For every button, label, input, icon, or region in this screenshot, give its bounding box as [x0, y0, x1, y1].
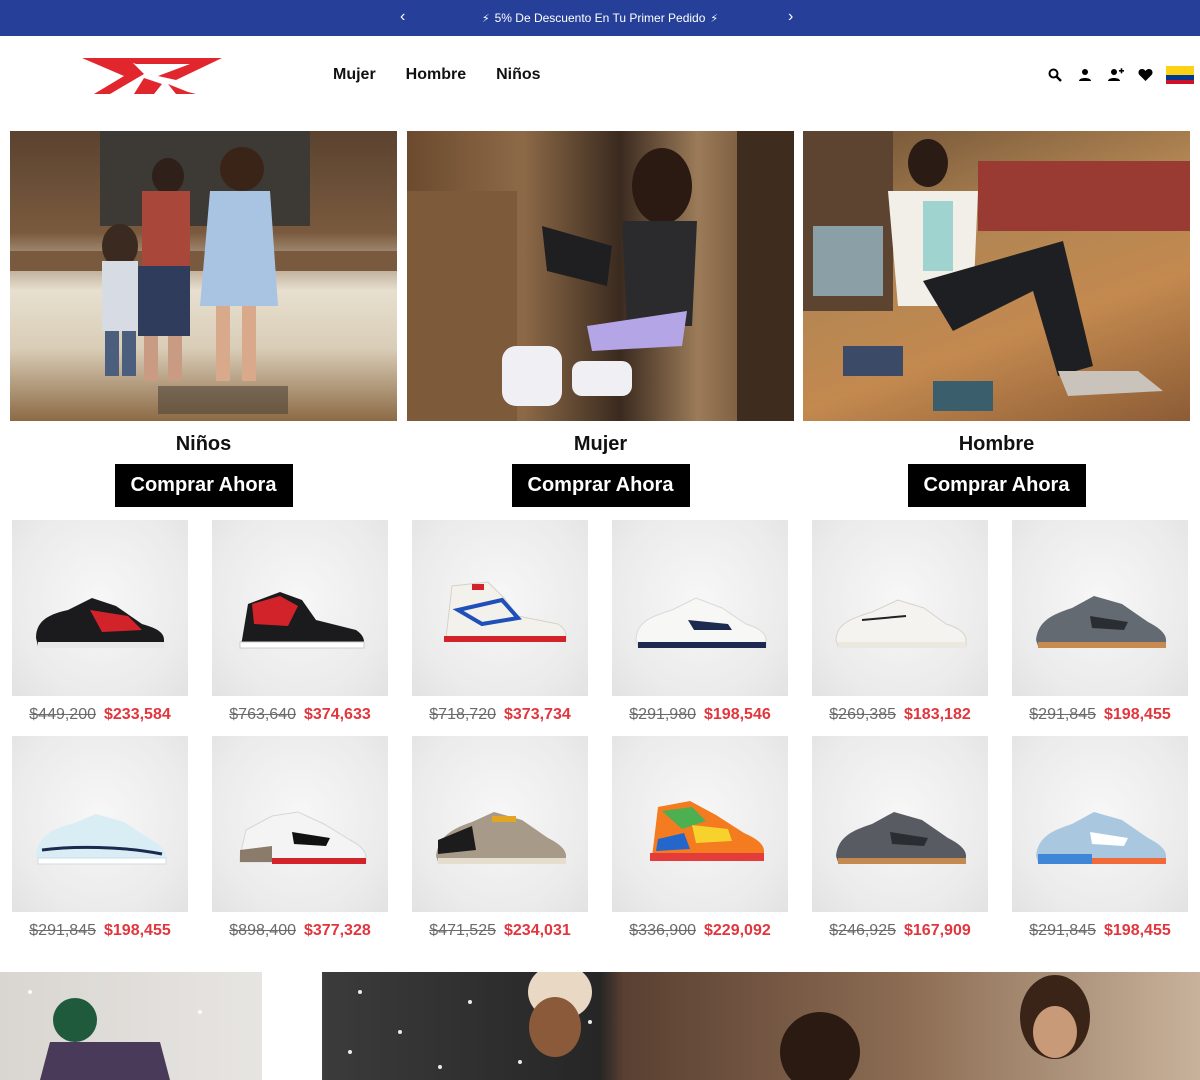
sale-price: $198,455	[1104, 706, 1171, 723]
nav-hombre[interactable]: Hombre	[406, 66, 466, 84]
sale-price: $234,031	[504, 922, 571, 939]
original-price: $291,845	[1029, 706, 1096, 723]
nav-ninos[interactable]: Niños	[496, 66, 540, 84]
product-prices: $718,720 $373,734	[412, 706, 588, 724]
product-prices: $269,385 $183,182	[812, 706, 988, 724]
sale-price: $198,546	[704, 706, 771, 723]
category-title: Mujer	[573, 433, 628, 455]
product-image[interactable]	[12, 520, 188, 696]
main-nav: Mujer Hombre Niños	[333, 66, 541, 84]
sale-price: $183,182	[904, 706, 971, 723]
product-card[interactable]: $246,925 $167,909	[812, 736, 988, 940]
product-prices: $449,200 $233,584	[12, 706, 188, 724]
sale-price: $233,584	[104, 706, 171, 723]
original-price: $898,400	[229, 922, 296, 939]
product-card[interactable]: $269,385 $183,182	[812, 520, 988, 724]
product-image[interactable]	[1012, 520, 1188, 696]
add-user-icon[interactable]	[1106, 66, 1124, 84]
original-price: $336,900	[629, 922, 696, 939]
product-image[interactable]	[12, 736, 188, 912]
sale-price: $198,455	[1104, 922, 1171, 939]
product-image[interactable]	[812, 736, 988, 912]
search-icon[interactable]	[1046, 66, 1064, 84]
sale-price: $167,909	[904, 922, 971, 939]
product-image[interactable]	[412, 520, 588, 696]
nav-mujer[interactable]: Mujer	[333, 66, 376, 84]
reebok-logo[interactable]	[80, 54, 224, 98]
product-card[interactable]: $898,400 $377,328	[212, 736, 388, 940]
promo-next-arrow[interactable]: ›	[788, 8, 793, 26]
product-card[interactable]: $291,845 $198,455	[12, 736, 188, 940]
original-price: $291,845	[29, 922, 96, 939]
promo-message: 5% De Descuento En Tu Primer Pedido	[494, 11, 706, 25]
product-prices: $336,900 $229,092	[612, 922, 788, 940]
product-image[interactable]	[1012, 736, 1188, 912]
original-price: $718,720	[429, 706, 496, 723]
shop-now-button[interactable]: Comprar Ahora	[907, 464, 1086, 507]
sale-price: $198,455	[104, 922, 171, 939]
category-title: Niños	[175, 433, 232, 455]
product-prices: $246,925 $167,909	[812, 922, 988, 940]
header-icons	[1046, 66, 1194, 84]
category-mujer: Mujer Comprar Ahora	[407, 131, 794, 507]
product-image[interactable]	[212, 520, 388, 696]
original-price: $269,385	[829, 706, 896, 723]
original-price: $763,640	[229, 706, 296, 723]
product-prices: $291,845 $198,455	[1012, 922, 1188, 940]
product-prices: $291,980 $198,546	[612, 706, 788, 724]
product-prices: $471,525 $234,031	[412, 922, 588, 940]
site-header: Mujer Hombre Niños	[0, 36, 1200, 116]
product-prices: $898,400 $377,328	[212, 922, 388, 940]
product-image[interactable]	[612, 520, 788, 696]
shop-now-button[interactable]: Comprar Ahora	[511, 464, 690, 507]
product-card[interactable]: $291,845 $198,455	[1012, 520, 1188, 724]
product-image[interactable]	[212, 736, 388, 912]
sale-price: $229,092	[704, 922, 771, 939]
colombia-flag-icon[interactable]	[1166, 66, 1194, 84]
promo-prev-arrow[interactable]: ‹	[400, 8, 405, 26]
category-title: Hombre	[958, 433, 1035, 455]
category-photo-hombre[interactable]	[803, 131, 1190, 421]
category-photo-ninos[interactable]	[10, 131, 397, 421]
product-card[interactable]: $291,845 $198,455	[1012, 736, 1188, 940]
promo-message-wrap[interactable]: ⚡ 5% De Descuento En Tu Primer Pedido ⚡	[482, 11, 718, 25]
product-card[interactable]: $336,900 $229,092	[612, 736, 788, 940]
original-price: $291,845	[1029, 922, 1096, 939]
bolt-icon: ⚡	[481, 12, 490, 25]
product-card[interactable]: $471,525 $234,031	[412, 736, 588, 940]
product-image[interactable]	[612, 736, 788, 912]
product-card[interactable]: $763,640 $374,633	[212, 520, 388, 724]
product-prices: $291,845 $198,455	[12, 922, 188, 940]
winter-campaign-banner[interactable]	[0, 972, 1200, 1080]
product-prices: $291,845 $198,455	[1012, 706, 1188, 724]
product-prices: $763,640 $374,633	[212, 706, 388, 724]
account-icon[interactable]	[1076, 66, 1094, 84]
promo-bar: ‹ ⚡ 5% De Descuento En Tu Primer Pedido …	[0, 0, 1200, 36]
product-image[interactable]	[812, 520, 988, 696]
original-price: $471,525	[429, 922, 496, 939]
product-image[interactable]	[412, 736, 588, 912]
product-card[interactable]: $449,200 $233,584	[12, 520, 188, 724]
wishlist-heart-icon[interactable]	[1136, 66, 1154, 84]
sale-price: $377,328	[304, 922, 371, 939]
product-card[interactable]: $291,980 $198,546	[612, 520, 788, 724]
original-price: $246,925	[829, 922, 896, 939]
category-ninos: Niños Comprar Ahora	[10, 131, 397, 507]
product-card[interactable]: $718,720 $373,734	[412, 520, 588, 724]
category-photo-mujer[interactable]	[407, 131, 794, 421]
original-price: $449,200	[29, 706, 96, 723]
shop-now-button[interactable]: Comprar Ahora	[114, 464, 293, 507]
original-price: $291,980	[629, 706, 696, 723]
bolt-icon: ⚡	[710, 12, 719, 25]
sale-price: $373,734	[504, 706, 571, 723]
category-hombre: Hombre Comprar Ahora	[803, 131, 1190, 507]
sale-price: $374,633	[304, 706, 371, 723]
